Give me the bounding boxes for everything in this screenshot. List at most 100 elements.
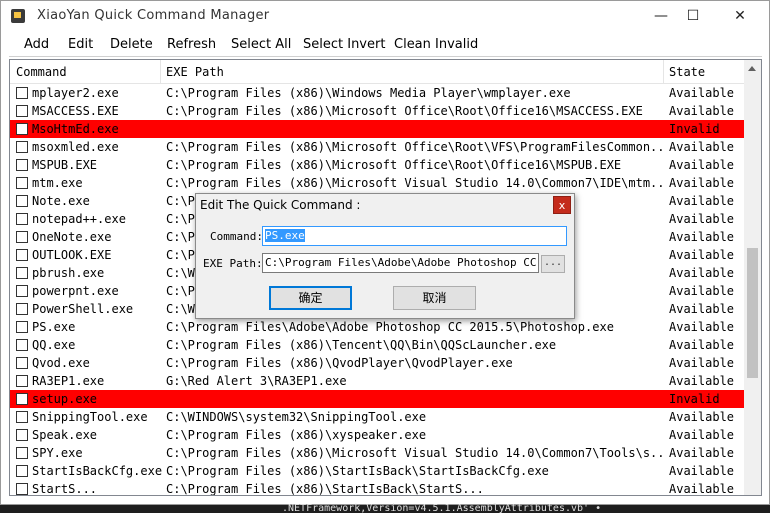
row-checkbox[interactable]: [16, 123, 28, 135]
cell-exe-path: C:\Program Files (x86)\xyspeaker.exe: [166, 428, 427, 442]
table-row[interactable]: MsoHtmEd.exe Invalid: [10, 120, 745, 138]
row-checkbox[interactable]: [16, 285, 28, 297]
cell-state: Available: [669, 158, 735, 172]
table-row[interactable]: mplayer2.exe C:\Program Files (x86)\Windo…: [10, 84, 745, 102]
cell-state: Available: [669, 356, 735, 370]
cell-state: Available: [669, 86, 735, 100]
table-row[interactable]: StartS... C:\Program Files (x86)\StartIsB…: [10, 480, 745, 496]
row-checkbox[interactable]: [16, 231, 28, 243]
title-bar[interactable]: XiaoYan Quick Command Manager — ☐ ✕: [1, 1, 769, 31]
row-checkbox[interactable]: [16, 357, 28, 369]
cell-state: Available: [669, 482, 735, 496]
table-row[interactable]: QQ.exe C:\Program Files (x86)\Tencent\QQ\…: [10, 336, 745, 354]
row-checkbox[interactable]: [16, 393, 28, 405]
table-row[interactable]: Qvod.exe C:\Program Files (x86)\QvodPlaye…: [10, 354, 745, 372]
cell-exe-path: C:\Program Files (x86)\StartIsBack\Start…: [166, 482, 484, 496]
row-checkbox[interactable]: [16, 429, 28, 441]
menu-add[interactable]: Add: [24, 37, 49, 52]
maximize-button[interactable]: ☐: [670, 1, 716, 31]
background-window-text: .NETFramework,Version=v4.5.1.AssemblyAtt…: [282, 503, 602, 513]
cell-state: Available: [669, 194, 735, 208]
menu-refresh[interactable]: Refresh: [167, 37, 216, 52]
menu-select-all[interactable]: Select All: [231, 37, 291, 52]
dialog-title: Edit The Quick Command :: [200, 198, 361, 212]
cell-state: Available: [669, 284, 735, 298]
edit-command-dialog: Edit The Quick Command : x Command: PS.e…: [195, 193, 575, 319]
table-row[interactable]: SnippingTool.exe C:\WINDOWS\system32\Snip…: [10, 408, 745, 426]
cell-command: PowerShell.exe: [32, 302, 134, 316]
cell-exe-path: C:\Program Files\Adobe\Adobe Photoshop C…: [166, 320, 614, 334]
cell-command: StartIsBackCfg.exe: [32, 464, 163, 478]
menu-separator: [9, 56, 762, 57]
table-row[interactable]: PS.exe C:\Program Files\Adobe\Adobe Photo…: [10, 318, 745, 336]
header-exe-path[interactable]: EXE Path: [166, 65, 224, 79]
cancel-button[interactable]: 取消: [393, 286, 476, 310]
table-row[interactable]: RA3EP1.exe G:\Red Alert 3\RA3EP1.exe Avail…: [10, 372, 745, 390]
row-checkbox[interactable]: [16, 213, 28, 225]
command-input[interactable]: PS.exe: [262, 226, 567, 246]
row-checkbox[interactable]: [16, 195, 28, 207]
scroll-up-arrow-icon[interactable]: [748, 66, 756, 71]
cell-command: MSACCESS.EXE: [32, 104, 119, 118]
cell-command: setup.exe: [32, 392, 98, 406]
cell-command: OneNote.exe: [32, 230, 112, 244]
row-checkbox[interactable]: [16, 483, 28, 495]
cell-state: Available: [669, 230, 735, 244]
cell-exe-path: C:\Program Files (x86)\Microsoft Office\…: [166, 158, 622, 172]
header-divider[interactable]: [160, 60, 161, 83]
cell-exe-path: C:\Program Files (x86)\StartIsBack\Start…: [166, 464, 549, 478]
exe-path-label: EXE Path:: [203, 257, 263, 270]
exe-path-input[interactable]: C:\Program Files\Adobe\Adobe Photoshop C…: [262, 253, 539, 273]
scrollbar-thumb[interactable]: [747, 248, 758, 378]
close-button[interactable]: ✕: [717, 1, 763, 31]
menu-bar: Add Edit Delete Refresh Select All Selec…: [1, 32, 769, 56]
row-checkbox[interactable]: [16, 411, 28, 423]
row-checkbox[interactable]: [16, 87, 28, 99]
header-state[interactable]: State: [669, 65, 705, 79]
cell-state: Available: [669, 302, 735, 316]
browse-button[interactable]: ...: [541, 255, 565, 273]
menu-select-invert[interactable]: Select Invert: [303, 37, 385, 52]
row-checkbox[interactable]: [16, 375, 28, 387]
menu-clean-invalid[interactable]: Clean Invalid: [394, 37, 478, 52]
row-checkbox[interactable]: [16, 141, 28, 153]
cell-command: SPY.exe: [32, 446, 83, 460]
row-checkbox[interactable]: [16, 465, 28, 477]
cell-exe-path: C:\WINDOWS\system32\SnippingTool.exe: [166, 410, 427, 424]
table-row[interactable]: MSACCESS.EXE C:\Program Files (x86)\Micro…: [10, 102, 745, 120]
cell-command: StartS...: [32, 482, 98, 496]
row-checkbox[interactable]: [16, 177, 28, 189]
row-checkbox[interactable]: [16, 249, 28, 261]
table-row[interactable]: setup.exe Invalid: [10, 390, 745, 408]
cell-command: PS.exe: [32, 320, 76, 334]
vertical-scrollbar[interactable]: [744, 60, 761, 495]
table-row[interactable]: msoxmled.exe C:\Program Files (x86)\Micro…: [10, 138, 745, 156]
row-checkbox[interactable]: [16, 267, 28, 279]
table-row[interactable]: mtm.exe C:\Program Files (x86)\Microsoft …: [10, 174, 745, 192]
cell-command: mplayer2.exe: [32, 86, 119, 100]
cell-command: pbrush.exe: [32, 266, 105, 280]
row-checkbox[interactable]: [16, 105, 28, 117]
row-checkbox[interactable]: [16, 447, 28, 459]
cell-exe-path: C:\Program Files (x86)\Microsoft Office\…: [166, 104, 643, 118]
row-checkbox[interactable]: [16, 321, 28, 333]
table-row[interactable]: SPY.exe C:\Program Files (x86)\Microsoft …: [10, 444, 745, 462]
row-checkbox[interactable]: [16, 159, 28, 171]
ok-button[interactable]: 确定: [269, 286, 352, 310]
cell-command: OUTLOOK.EXE: [32, 248, 112, 262]
header-divider[interactable]: [663, 60, 664, 83]
table-row[interactable]: StartIsBackCfg.exe C:\Program Files (x86)…: [10, 462, 745, 480]
table-row[interactable]: MSPUB.EXE C:\Program Files (x86)\Microsof…: [10, 156, 745, 174]
menu-delete[interactable]: Delete: [110, 37, 153, 52]
row-checkbox[interactable]: [16, 303, 28, 315]
table-row[interactable]: Speak.exe C:\Program Files (x86)\xyspeake…: [10, 426, 745, 444]
row-checkbox[interactable]: [16, 339, 28, 351]
cell-exe-path: C:\Program Files (x86)\Microsoft Visual …: [166, 176, 666, 190]
cell-command: MsoHtmEd.exe: [32, 122, 119, 136]
cell-command: Speak.exe: [32, 428, 98, 442]
cell-command: powerpnt.exe: [32, 284, 119, 298]
header-command[interactable]: Command: [16, 65, 67, 79]
cell-exe-path: G:\Red Alert 3\RA3EP1.exe: [166, 374, 347, 388]
menu-edit[interactable]: Edit: [68, 37, 93, 52]
dialog-close-button[interactable]: x: [553, 196, 571, 214]
